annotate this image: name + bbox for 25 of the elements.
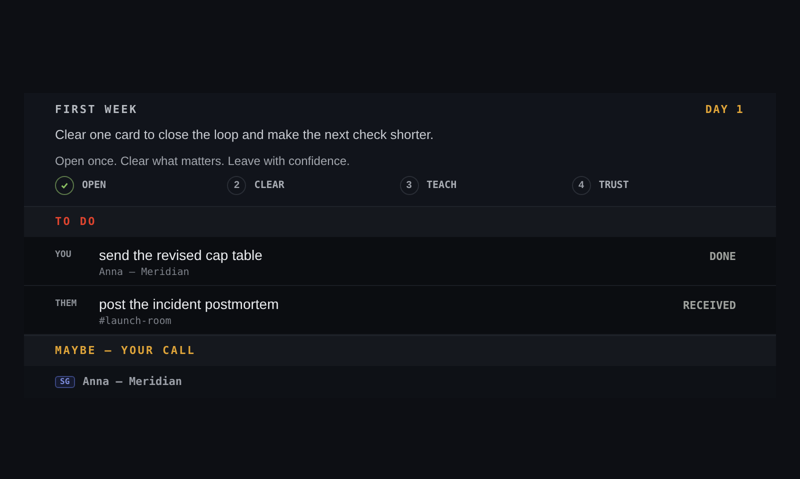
day-label: DAY 1 bbox=[705, 102, 744, 118]
owner-label: THEM bbox=[55, 298, 78, 311]
step-label: TEACH bbox=[426, 179, 457, 193]
task-row[interactable]: YOU send the revised cap table Anna — Meridian DONE bbox=[24, 237, 776, 286]
task-title: send the revised cap table bbox=[99, 247, 264, 264]
status-label: RECEIVED bbox=[683, 298, 736, 314]
step-number: 2 bbox=[227, 176, 246, 195]
suggestion-source: Anna — Meridian bbox=[82, 374, 182, 390]
task-source: Anna — Meridian bbox=[99, 266, 190, 280]
step-label: CLEAR bbox=[254, 179, 284, 193]
step-label: TRUST bbox=[598, 179, 629, 193]
task-source: #launch-room bbox=[99, 315, 172, 329]
owner-label: YOU bbox=[55, 249, 72, 262]
section-title: MAYBE — YOUR CALL bbox=[55, 342, 196, 359]
initials-tag: SG bbox=[55, 376, 75, 388]
step-number: 4 bbox=[572, 176, 591, 195]
suggestion-row[interactable]: SG Anna — Meridian bbox=[24, 366, 776, 398]
task-title: post the incident postmortem bbox=[99, 296, 280, 313]
subline: Open once. Clear what matters. Leave with confidence. bbox=[55, 153, 351, 170]
headline: Clear one card to close the loop and make the next check shorter. bbox=[55, 126, 435, 144]
status-label: DONE bbox=[710, 249, 736, 265]
step-label: OPEN bbox=[82, 179, 106, 193]
eyebrow-label: FIRST WEEK bbox=[55, 102, 138, 118]
section-title: TO DO bbox=[55, 214, 96, 230]
step-number: 3 bbox=[400, 176, 418, 195]
